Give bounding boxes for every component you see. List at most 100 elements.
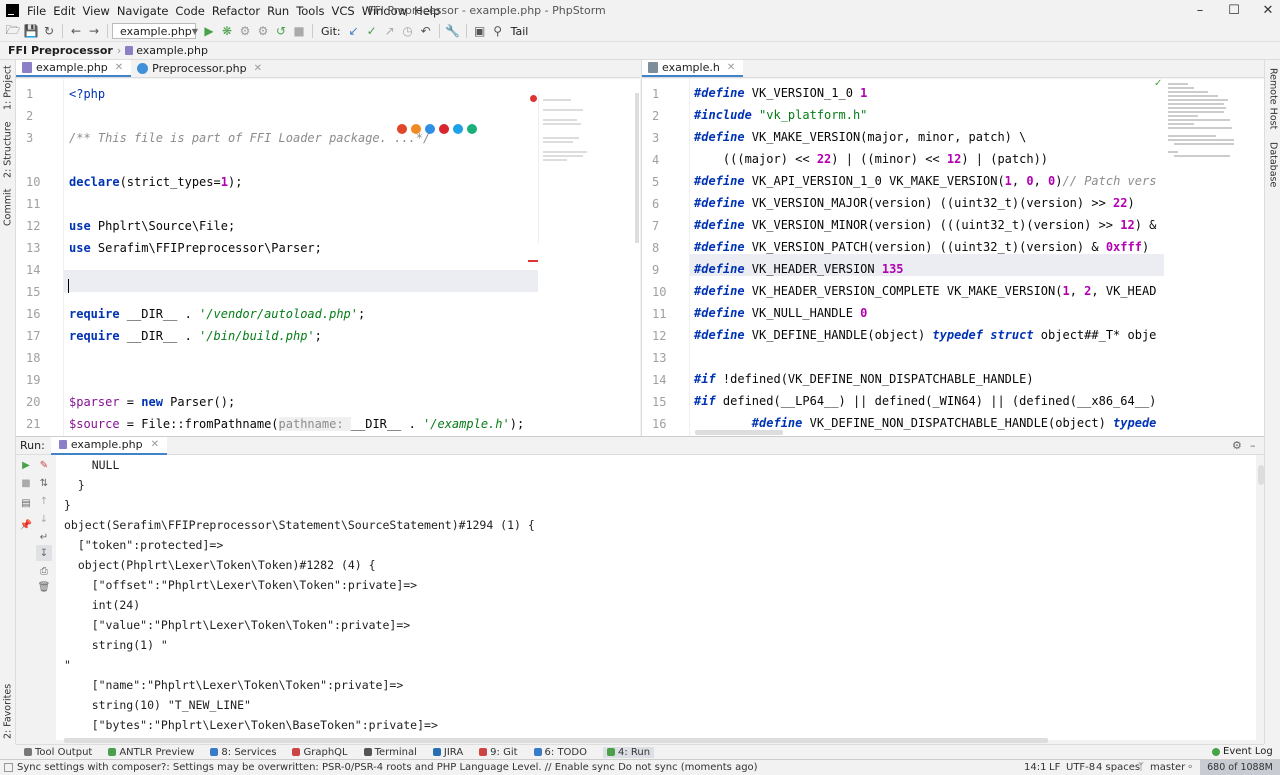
layout-icon[interactable]: ▤ bbox=[18, 495, 34, 511]
sync-icon[interactable]: ↻ bbox=[40, 22, 58, 40]
code-line[interactable]: #define VK_VERSION_1_0 1 bbox=[694, 82, 867, 104]
code-line[interactable]: #include "vk_platform.h" bbox=[694, 104, 867, 126]
git-branch[interactable]: master bbox=[1150, 762, 1185, 773]
rerun-icon[interactable]: ▶ bbox=[18, 457, 34, 473]
debug-icon[interactable]: ❋ bbox=[218, 22, 236, 40]
database-tool-tab[interactable]: Database bbox=[1265, 138, 1280, 192]
console-scrollbar[interactable] bbox=[1258, 465, 1264, 485]
code-line[interactable]: /** This file is part of FFI Loader pack… bbox=[69, 127, 430, 149]
line-separator[interactable]: LF bbox=[1049, 762, 1060, 773]
line-number[interactable]: 19 bbox=[26, 369, 40, 391]
forward-icon[interactable]: → bbox=[85, 22, 103, 40]
tool-tab-9-git[interactable]: 9: Git bbox=[479, 747, 518, 758]
run-console-output[interactable]: NULL }} object(Serafim\FFIPreprocessor\St… bbox=[56, 455, 1256, 740]
structure-tool-tab[interactable]: 2: Structure bbox=[0, 118, 16, 182]
back-icon[interactable]: ← bbox=[67, 22, 85, 40]
code-line[interactable]: <?php bbox=[69, 83, 105, 105]
edit-config-icon[interactable]: ✎ bbox=[36, 457, 52, 473]
line-number[interactable]: 13 bbox=[26, 237, 40, 259]
print-icon[interactable]: ⎙ bbox=[36, 563, 52, 579]
right-code-editor[interactable]: 1 2 3 4 5 6 7 8 9 10 11 12 13 14 15 16 #define VK_VERSI… bbox=[641, 79, 1264, 436]
ie-icon[interactable] bbox=[453, 124, 463, 134]
code-line[interactable]: (((major) << 22) | ((minor) << 12) | (pa… bbox=[694, 148, 1048, 170]
tab-example-h[interactable]: example.h ✕ bbox=[642, 60, 744, 77]
run-tab-example-php[interactable]: example.php ✕ bbox=[50, 436, 167, 455]
stop-icon[interactable]: ■ bbox=[290, 22, 308, 40]
line-number[interactable]: 6 bbox=[652, 193, 659, 215]
safari-icon[interactable] bbox=[425, 124, 435, 134]
code-line[interactable]: #define VK_VERSION_PATCH(version) ((uint… bbox=[694, 236, 1149, 258]
line-number[interactable]: 12 bbox=[26, 215, 40, 237]
console-horizontal-scrollbar[interactable] bbox=[64, 738, 1048, 743]
line-number[interactable]: 10 bbox=[652, 281, 666, 303]
line-number[interactable]: 16 bbox=[652, 413, 666, 435]
tool-tab-graphql[interactable]: GraphQL bbox=[292, 747, 348, 758]
code-line[interactable]: #define VK_HEADER_VERSION_COMPLETE VK_MA… bbox=[694, 280, 1156, 302]
tool-tab-antlr-preview[interactable]: ANTLR Preview bbox=[108, 747, 194, 758]
git-history-icon[interactable]: ◷ bbox=[399, 22, 417, 40]
event-log-button[interactable]: Event Log bbox=[1212, 744, 1273, 759]
up-arrow-icon[interactable]: ↑ bbox=[36, 493, 52, 509]
git-push-icon[interactable]: ↗ bbox=[381, 22, 399, 40]
sort-icon[interactable]: ⇅ bbox=[36, 475, 52, 491]
indent-setting[interactable]: 4 spaces bbox=[1096, 762, 1140, 773]
code-minimap[interactable] bbox=[1164, 79, 1264, 249]
line-number[interactable]: 11 bbox=[652, 303, 666, 325]
terminal-window-icon[interactable]: ▣ bbox=[471, 22, 489, 40]
code-line[interactable]: #if defined(__LP64__) || defined(_WIN64)… bbox=[694, 390, 1156, 412]
settings-wrench-icon[interactable]: 🔧 bbox=[444, 22, 462, 40]
git-update-icon[interactable]: ↙ bbox=[345, 22, 363, 40]
trash-icon[interactable]: 🗑 bbox=[36, 579, 52, 595]
code-line[interactable]: use Serafim\FFIPreprocessor\Parser; bbox=[69, 237, 322, 259]
tab-preprocessor-php[interactable]: Preprocessor.php ✕ bbox=[131, 60, 270, 77]
line-number[interactable]: 8 bbox=[652, 237, 659, 259]
soft-wrap-icon[interactable]: ↵ bbox=[36, 529, 52, 545]
opera-icon[interactable] bbox=[439, 124, 449, 134]
menu-item-navigate[interactable]: Navigate bbox=[117, 4, 169, 18]
code-line[interactable]: require __DIR__ . '/bin/build.php'; bbox=[69, 325, 322, 347]
line-number[interactable]: 20 bbox=[26, 391, 40, 413]
project-tool-tab[interactable]: 1: Project bbox=[0, 62, 16, 114]
no-problems-check-icon[interactable]: ✓ bbox=[1154, 79, 1164, 89]
left-code-editor[interactable]: 1 2 3 10 11 12 13 14 15 16 17 18 19 20 21 <?php/** Thi… bbox=[16, 79, 640, 436]
status-toggle-icon[interactable] bbox=[4, 762, 13, 772]
line-number[interactable]: 3 bbox=[652, 127, 659, 149]
tab-example-php[interactable]: example.php ✕ bbox=[16, 60, 132, 77]
chrome-icon[interactable] bbox=[397, 124, 407, 134]
tail-button[interactable]: Tail bbox=[511, 25, 529, 38]
close-tab-icon[interactable]: ✕ bbox=[727, 62, 735, 73]
line-number[interactable]: 14 bbox=[26, 259, 40, 281]
error-indicator-icon[interactable] bbox=[530, 95, 537, 102]
line-number[interactable]: 15 bbox=[652, 391, 666, 413]
line-number[interactable]: 1 bbox=[26, 83, 33, 105]
menu-item-refactor[interactable]: Refactor bbox=[212, 4, 260, 18]
firefox-icon[interactable] bbox=[411, 124, 421, 134]
menu-item-vcs[interactable]: VCS bbox=[332, 4, 355, 18]
line-number[interactable]: 12 bbox=[652, 325, 666, 347]
tool-tab-terminal[interactable]: Terminal bbox=[363, 747, 417, 758]
run-icon[interactable]: ▶ bbox=[200, 22, 218, 40]
memory-indicator[interactable]: 680 of 1088M bbox=[1200, 760, 1280, 775]
menu-item-tools[interactable]: Tools bbox=[296, 4, 324, 18]
line-number[interactable]: 4 bbox=[652, 149, 659, 171]
rollback-icon[interactable]: ↶ bbox=[417, 22, 435, 40]
edge-icon[interactable] bbox=[467, 124, 477, 134]
line-number[interactable]: 1 bbox=[652, 83, 659, 105]
code-line[interactable]: #define VK_MAKE_VERSION(major, minor, pa… bbox=[694, 126, 1026, 148]
line-number[interactable]: 11 bbox=[26, 193, 40, 215]
tool-tab-jira[interactable]: JIRA bbox=[432, 747, 463, 758]
code-line[interactable]: #define VK_API_VERSION_1_0 VK_MAKE_VERSI… bbox=[694, 170, 1156, 192]
tool-tab-6-todo[interactable]: 6: TODO bbox=[533, 747, 587, 758]
profile-icon[interactable]: ⚙ bbox=[254, 22, 272, 40]
line-number[interactable]: 16 bbox=[26, 303, 40, 325]
line-number[interactable]: 3 bbox=[26, 127, 33, 149]
close-window-button[interactable]: ✕ bbox=[1248, 0, 1280, 21]
line-number[interactable]: 2 bbox=[26, 105, 33, 127]
favorites-tool-tab[interactable]: 2: Favorites bbox=[0, 680, 16, 742]
line-number[interactable]: 18 bbox=[26, 347, 40, 369]
line-number[interactable]: 17 bbox=[26, 325, 40, 347]
menu-item-run[interactable]: Run bbox=[267, 4, 289, 18]
menu-item-file[interactable]: File bbox=[27, 4, 46, 18]
caret-position[interactable]: 14:1 bbox=[1024, 762, 1046, 773]
code-line[interactable]: #if !defined(VK_DEFINE_NON_DISPATCHABLE_… bbox=[694, 368, 1034, 390]
